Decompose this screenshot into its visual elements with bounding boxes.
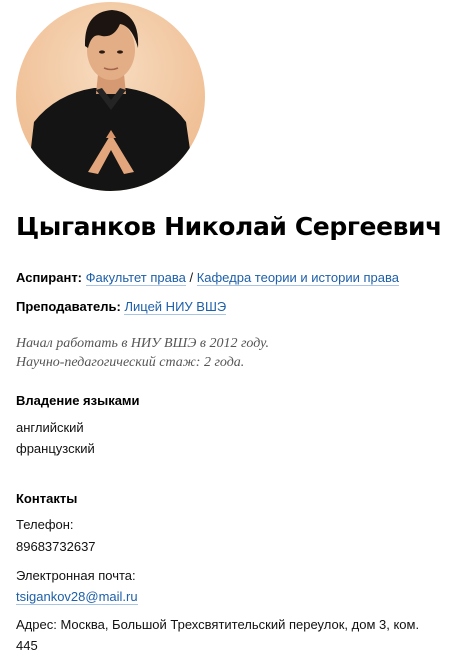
experience-start: Начал работать в НИУ ВШЭ в 2012 году. <box>16 336 269 351</box>
email-label: Электронная почта: <box>16 568 136 583</box>
aspirant-row: Аспирант: Факультет права / Кафедра теор… <box>16 270 399 286</box>
address-line-2: 445 <box>16 638 38 653</box>
email-row: tsigankov28@mail.ru <box>16 586 138 607</box>
page-title: Цыганков Николай Сергеевич <box>16 212 442 241</box>
avatar <box>16 2 205 191</box>
language-item: французский <box>16 441 95 456</box>
faculty-link[interactable]: Факультет права <box>85 270 186 286</box>
aspirant-label: Аспирант: <box>16 270 83 285</box>
phone-label: Телефон: <box>16 517 74 532</box>
language-item: английский <box>16 420 84 435</box>
lyceum-link[interactable]: Лицей НИУ ВШЭ <box>124 299 227 315</box>
experience-length: Научно-педагогический стаж: 2 года. <box>16 355 245 370</box>
email-link[interactable]: tsigankov28@mail.ru <box>16 589 138 605</box>
separator: / <box>189 270 194 285</box>
experience-note: Начал работать в НИУ ВШЭ в 2012 году. На… <box>16 334 269 372</box>
address-line-1: Адрес: Москва, Большой Трехсвятительский… <box>16 617 420 632</box>
phone-value: 89683732637 <box>16 539 96 554</box>
teacher-row: Преподаватель: Лицей НИУ ВШЭ <box>16 299 227 315</box>
contacts-heading: Контакты <box>16 491 78 506</box>
languages-heading: Владение языками <box>16 393 140 408</box>
department-link[interactable]: Кафедра теории и истории права <box>196 270 399 286</box>
teacher-label: Преподаватель: <box>16 299 121 314</box>
